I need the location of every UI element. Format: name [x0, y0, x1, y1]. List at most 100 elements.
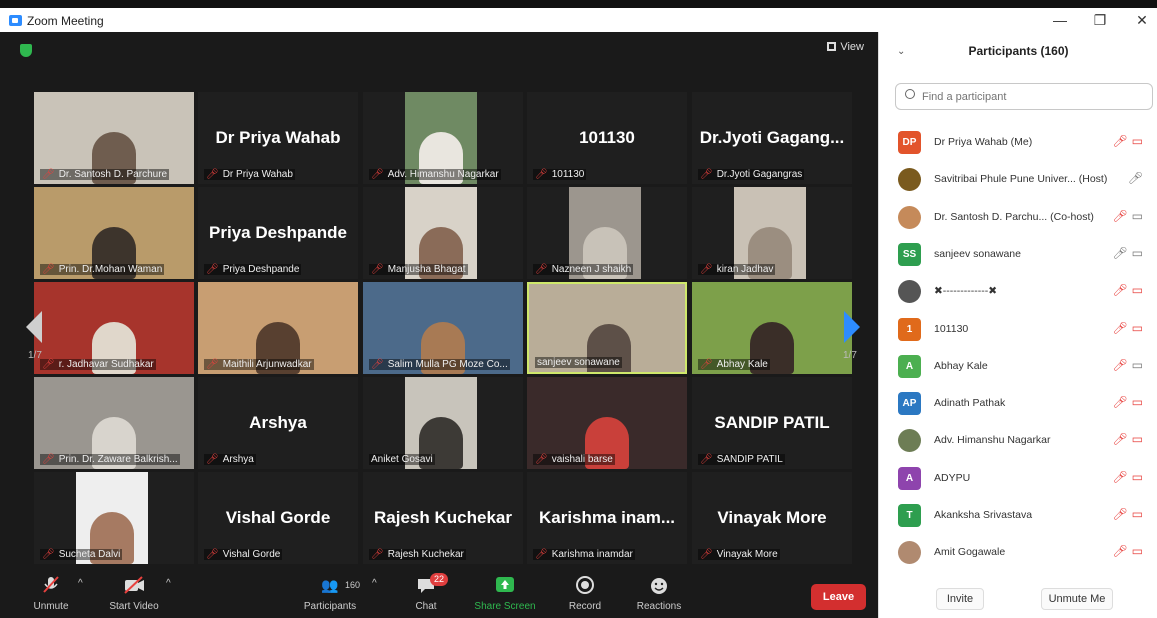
participant-name-text: SANDIP PATIL — [716, 454, 783, 465]
reactions-smiley-icon — [651, 578, 667, 594]
participant-list-item[interactable]: Dr. Santosh D. Parchu... (Co-host) 🎤︎ ▭ — [879, 199, 1157, 236]
mic-muted-icon: 🎤︎ — [700, 454, 713, 465]
participant-video-tile[interactable]: Dr Priya Wahab 🎤︎ Dr Priya Wahab — [198, 92, 358, 184]
participant-display-name: Karishma inam... — [538, 508, 676, 527]
participant-name-label: 🎤︎ Prin. Dr. Zaware Balkrish... — [40, 454, 180, 465]
participant-video-tile[interactable]: 🎤︎ Dr. Santosh D. Parchure — [34, 92, 194, 184]
leave-button[interactable]: Leave — [811, 584, 866, 610]
participant-name-label: 🎤︎ Adv. Himanshu Nagarkar — [369, 169, 501, 180]
participant-name-label: 🎤︎ Sucheta Dalvi — [40, 549, 123, 560]
record-button[interactable]: Record — [563, 574, 607, 612]
participant-status-icons: 🎤︎ ▭ — [1112, 432, 1143, 446]
next-page-icon[interactable] — [836, 297, 866, 357]
audio-options-caret-icon[interactable]: ^ — [78, 578, 83, 589]
participant-video-tile[interactable]: 🎤︎ Abhay Kale — [692, 282, 852, 374]
participant-list-item[interactable]: A ADYPU 🎤︎ ▭ — [879, 460, 1157, 497]
participant-name-text: Dr Priya Wahab — [222, 169, 293, 180]
participant-name-label: 🎤︎ Vinayak More — [698, 549, 780, 560]
participant-name: Akanksha Srivastava — [934, 509, 1033, 521]
mic-muted-icon: 🎤︎ — [206, 549, 219, 560]
participant-display-name: Dr Priya Wahab — [215, 128, 341, 147]
participant-name-label: 🎤︎ SANDIP PATIL — [698, 454, 785, 465]
participant-display-name: Priya Deshpande — [209, 223, 347, 242]
mic-muted-icon: 🎤︎ — [700, 359, 713, 370]
participant-video-tile[interactable]: 🎤︎ Adv. Himanshu Nagarkar — [363, 92, 523, 184]
participant-video-tile[interactable]: Dr.Jyoti Gagang... 🎤︎ Dr.Jyoti Gagangras — [692, 92, 852, 184]
participant-video-tile[interactable]: Rajesh Kuchekar 🎤︎ Rajesh Kuchekar — [363, 472, 523, 564]
previous-page-icon[interactable] — [20, 297, 50, 357]
participant-name-text: Salim Mulla PG Moze Co... — [387, 359, 508, 370]
participant-name-text: 101130 — [551, 169, 585, 180]
view-button[interactable]: View — [827, 41, 864, 53]
avatar: A — [898, 466, 921, 490]
share-screen-button[interactable]: Share Screen — [470, 574, 540, 612]
reactions-button[interactable]: Reactions — [631, 574, 687, 612]
participant-video-tile[interactable]: Vishal Gorde 🎤︎ Vishal Gorde — [198, 472, 358, 564]
participant-video-tile[interactable]: 101130 🎤︎ 101130 — [527, 92, 687, 184]
video-options-caret-icon[interactable]: ^ — [166, 578, 171, 589]
participant-video-tile[interactable]: 🎤︎ kiran Jadhav — [692, 187, 852, 279]
participant-video-tile[interactable]: 🎤︎ Prin. Dr.Mohan Waman — [34, 187, 194, 279]
chat-label: Chat — [415, 601, 437, 612]
participant-video-tile[interactable]: 🎤︎ Salim Mulla PG Moze Co... — [363, 282, 523, 374]
participant-status-icons: 🎤︎ ▭ — [1112, 507, 1143, 521]
participants-caret-icon[interactable]: ^ — [372, 578, 377, 589]
avatar: T — [898, 504, 921, 527]
participant-list-item[interactable]: T Akanksha Srivastava 🎤︎ ▭ — [879, 497, 1157, 534]
participant-list-item[interactable]: Amit Gogawale 🎤︎ ▭ — [879, 534, 1157, 571]
participant-list-item[interactable]: A Abhay Kale 🎤︎ ▭ — [879, 348, 1157, 385]
participants-panel: ⌄ Participants (160) DPDr Priya Wahab (M… — [878, 32, 1157, 618]
participant-video-tile[interactable]: Aniket Gosavi — [363, 377, 523, 469]
participant-display-name: Arshya — [249, 413, 307, 432]
zoom-window: Zoom Meeting — ❐ ✕ View 🎤︎ Dr. Santosh D.… — [0, 0, 1157, 618]
participant-video-tile[interactable]: 🎤︎ Nazneen J shaikh — [527, 187, 687, 279]
participants-count: 160 — [345, 580, 361, 590]
participant-video-tile[interactable]: Vinayak More 🎤︎ Vinayak More — [692, 472, 852, 564]
avatar — [898, 280, 921, 304]
participant-video-tile[interactable]: SANDIP PATIL 🎤︎ SANDIP PATIL — [692, 377, 852, 469]
participant-video-tile[interactable]: 🎤︎ r. Jadhavar Sudhakar — [34, 282, 194, 374]
participant-name-label: Aniket Gosavi — [369, 454, 435, 465]
participant-name: Amit Gogawale — [934, 546, 1006, 559]
participant-name-label: 🎤︎ Abhay Kale — [698, 359, 770, 370]
participant-video-tile[interactable]: 🎤︎ vaishali barse — [527, 377, 687, 469]
participant-video-tile[interactable]: sanjeev sonawane — [527, 282, 687, 374]
participant-status-icons: 🎤︎ ▭ — [1112, 134, 1143, 148]
participant-video-tile[interactable]: 🎤︎ Sucheta Dalvi — [34, 472, 194, 564]
participant-video-tile[interactable]: Priya Deshpande 🎤︎ Priya Deshpande — [198, 187, 358, 279]
participant-video-tile[interactable]: Karishma inam... 🎤︎ Karishma inamdar — [527, 472, 687, 564]
participant-list-item[interactable]: ✖-------------✖ 🎤︎ ▭ — [879, 273, 1157, 310]
participant-list-item[interactable]: DP Dr Priya Wahab (Me) 🎤︎ ▭ — [879, 124, 1157, 161]
participant-list-item[interactable]: SS sanjeev sonawane 🎤︎ ▭ — [879, 236, 1157, 273]
minimize-button[interactable]: — — [1050, 12, 1070, 28]
participant-name-text: Vishal Gorde — [222, 549, 281, 560]
participant-name-text: Prin. Dr. Zaware Balkrish... — [58, 454, 178, 465]
participant-video-tile[interactable]: 🎤︎ Prin. Dr. Zaware Balkrish... — [34, 377, 194, 469]
security-shield-icon[interactable] — [20, 44, 32, 57]
mic-muted-icon: 🎤︎ — [206, 169, 219, 180]
participant-name: Abhay Kale — [934, 359, 988, 372]
participant-video-tile[interactable]: 🎤︎ Maithili Arjunwadkar — [198, 282, 358, 374]
invite-button[interactable]: Invite — [936, 588, 984, 610]
participant-list-item[interactable]: Adv. Himanshu Nagarkar 🎤︎ ▭ — [879, 422, 1157, 459]
participant-list-item[interactable]: AP Adinath Pathak 🎤︎ ▭ — [879, 385, 1157, 422]
mic-muted-icon: 🎤︎ — [42, 264, 55, 275]
participant-name-label: 🎤︎ Dr Priya Wahab — [204, 169, 295, 180]
participant-name-label: 🎤︎ Arshya — [204, 454, 256, 465]
restore-button[interactable]: ❐ — [1090, 12, 1110, 29]
close-button[interactable]: ✕ — [1132, 12, 1152, 29]
mic-muted-icon: 🎤︎ — [42, 454, 55, 465]
start-video-button[interactable]: Start Video — [102, 574, 166, 612]
video-off-icon: ▭ — [1131, 544, 1143, 559]
unmute-me-button[interactable]: Unmute Me — [1041, 588, 1113, 610]
participant-name-label: 🎤︎ Priya Deshpande — [204, 264, 302, 275]
zoom-logo-icon — [9, 15, 22, 26]
participant-video-tile[interactable]: 🎤︎ Manjusha Bhagat — [363, 187, 523, 279]
find-participant-input[interactable] — [895, 83, 1153, 110]
unmute-button[interactable]: Unmute — [27, 574, 75, 612]
meeting-toolbar: Unmute ^ Start Video ^ 👥 Participants 16… — [0, 564, 878, 618]
participant-list-item[interactable]: 1 101130 🎤︎ ▭ — [879, 311, 1157, 348]
participant-list-item[interactable]: Savitribai Phule Pune Univer... (Host) 🎤︎ — [879, 161, 1157, 198]
window-top-edge — [0, 0, 1157, 8]
participant-video-tile[interactable]: Arshya 🎤︎ Arshya — [198, 377, 358, 469]
